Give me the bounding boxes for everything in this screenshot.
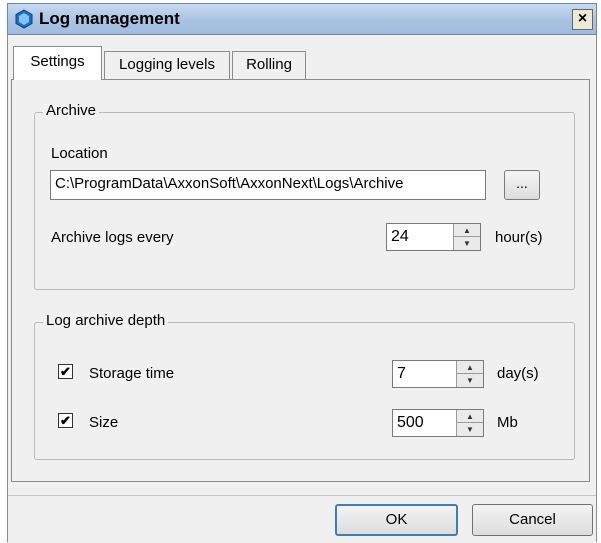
storage-time-spinner[interactable]: 7 ▲ ▼ [392, 360, 484, 388]
size-spinner[interactable]: 500 ▲ ▼ [392, 409, 484, 437]
browse-button[interactable]: ... [504, 170, 540, 200]
log-depth-group [34, 322, 575, 460]
storage-time-checkbox[interactable]: ✔ [58, 364, 73, 379]
spin-up-icon[interactable]: ▲ [457, 361, 483, 374]
archive-interval-spinner[interactable]: 24 ▲ ▼ [386, 223, 481, 251]
tab-rolling[interactable]: Rolling [232, 51, 306, 79]
window-title: Log management [39, 9, 180, 28]
size-unit: Mb [497, 414, 518, 431]
spin-up-icon[interactable]: ▲ [454, 224, 480, 237]
checkmark-icon: ✔ [60, 413, 71, 428]
cancel-button[interactable]: Cancel [472, 504, 593, 536]
archive-interval-unit: hour(s) [495, 229, 543, 246]
size-label: Size [89, 414, 119, 431]
spin-down-icon[interactable]: ▼ [454, 237, 480, 250]
location-input[interactable]: C:\ProgramData\AxxonSoft\AxxonNext\Logs\… [50, 170, 486, 200]
storage-time-label: Storage time [89, 365, 175, 382]
archive-interval-label: Archive logs every [51, 229, 174, 246]
spin-up-icon[interactable]: ▲ [457, 410, 483, 423]
spin-down-icon[interactable]: ▼ [457, 423, 483, 436]
tab-logging-levels[interactable]: Logging levels [104, 51, 230, 79]
storage-time-unit: day(s) [497, 365, 539, 382]
ok-button[interactable]: OK [335, 504, 458, 536]
size-value: 500 [397, 414, 424, 431]
title-bar[interactable]: Log management × [7, 3, 597, 35]
archive-interval-value: 24 [391, 228, 409, 245]
app-hexagon-icon [15, 9, 33, 29]
location-label: Location [51, 145, 108, 162]
archive-interval-spin-buttons: ▲ ▼ [453, 224, 480, 250]
tab-settings[interactable]: Settings [13, 46, 102, 80]
size-spin-buttons: ▲ ▼ [456, 410, 483, 436]
archive-group-legend: Archive [43, 102, 100, 119]
log-depth-group-legend: Log archive depth [43, 312, 169, 329]
storage-time-spin-buttons: ▲ ▼ [456, 361, 483, 387]
checkmark-icon: ✔ [60, 364, 71, 379]
close-button[interactable]: × [572, 9, 593, 30]
storage-time-value: 7 [397, 365, 406, 382]
spin-down-icon[interactable]: ▼ [457, 374, 483, 387]
size-checkbox[interactable]: ✔ [58, 413, 73, 428]
archive-group [34, 112, 575, 290]
